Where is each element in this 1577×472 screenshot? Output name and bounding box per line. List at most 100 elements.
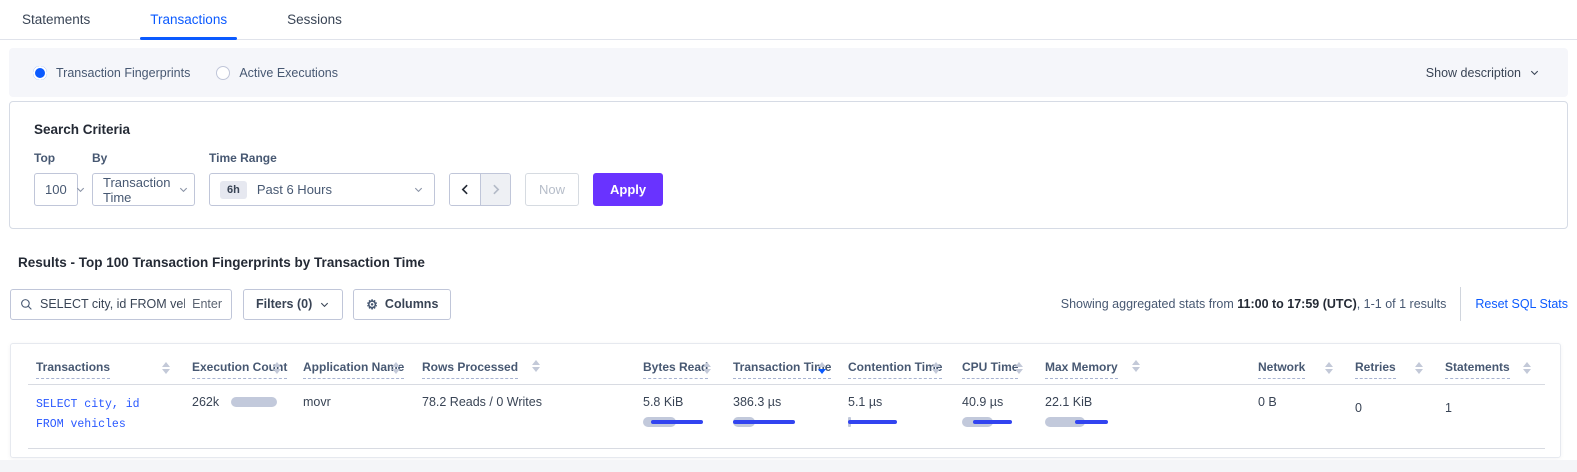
column-header-transaction-time[interactable]: Transaction Time [725, 344, 840, 385]
columns-label: Columns [385, 297, 438, 311]
transactions-page: Statements Transactions Sessions Transac… [0, 0, 1577, 472]
time-range-badge: 6h [220, 181, 247, 199]
sort-asc-icon [273, 362, 281, 367]
filters-button[interactable]: Filters (0) [243, 289, 343, 320]
time-prev-button[interactable] [450, 174, 480, 205]
column-header-execution-count[interactable]: Execution Count [184, 344, 295, 385]
stats-suffix: , 1-1 of 1 results [1357, 297, 1447, 311]
tab-transactions[interactable]: Transactions [140, 0, 237, 39]
time-next-button[interactable] [480, 174, 510, 205]
show-description-label: Show description [1426, 66, 1521, 80]
now-button[interactable]: Now [525, 173, 579, 206]
column-header-statements[interactable]: Statements [1437, 344, 1545, 385]
radio-transaction-fingerprints[interactable]: Transaction Fingerprints [33, 66, 190, 80]
sort-desc-icon [1132, 367, 1140, 372]
time-range-label: Time Range [209, 151, 435, 165]
sort-icon[interactable] [1132, 360, 1140, 372]
stats-time-range: 11:00 to 17:59 (UTC) [1237, 297, 1356, 311]
sort-icon[interactable] [273, 362, 281, 374]
sort-desc-icon [1523, 369, 1531, 374]
view-toggle-bar: Transaction Fingerprints Active Executio… [9, 48, 1568, 97]
tab-statements[interactable]: Statements [12, 0, 100, 39]
cell-max-memory: 22.1 KiB [1037, 385, 1250, 449]
by-label: By [92, 151, 195, 165]
sort-desc-icon [703, 369, 711, 374]
sort-icon[interactable] [162, 362, 170, 374]
reset-sql-stats-link[interactable]: Reset SQL Stats [1475, 297, 1568, 311]
time-range-select[interactable]: 6h Past 6 Hours [209, 173, 435, 206]
time-range-arrows [449, 173, 511, 206]
by-select[interactable]: Transaction Time [92, 173, 195, 206]
column-header-network[interactable]: Network [1250, 344, 1347, 385]
enter-button[interactable]: Enter [192, 297, 222, 311]
sort-asc-icon [818, 362, 826, 367]
search-input-value[interactable]: SELECT city, id FROM vehicles W [40, 297, 185, 311]
search-criteria-title: Search Criteria [34, 122, 1543, 137]
sort-icon[interactable] [532, 360, 540, 372]
max-memory-value: 22.1 KiB [1045, 395, 1240, 409]
vertical-divider [1460, 287, 1461, 321]
sort-icon[interactable] [932, 362, 940, 374]
cell-cpu-time: 40.9 µs [954, 385, 1037, 449]
chevron-down-icon [319, 299, 330, 310]
cell-retries: 0 [1347, 385, 1437, 449]
column-header-contention-time[interactable]: Contention Time [840, 344, 954, 385]
radio-label: Active Executions [239, 66, 338, 80]
time-range-field: Time Range 6h Past 6 Hours [209, 151, 435, 206]
cell-transaction-time: 386.3 µs [725, 385, 840, 449]
cell-application-name: movr [295, 385, 414, 449]
column-header-bytes-read[interactable]: Bytes Read [635, 344, 725, 385]
cell-bytes-read: 5.8 KiB [635, 385, 725, 449]
contention-time-value: 5.1 µs [848, 395, 944, 409]
apply-button[interactable]: Apply [593, 173, 663, 206]
table-row: SELECT city, id FROM vehicles 262k movr … [28, 385, 1545, 449]
filters-label: Filters (0) [256, 297, 312, 311]
sort-asc-icon [1015, 362, 1023, 367]
column-header-retries[interactable]: Retries [1347, 344, 1437, 385]
sort-asc-icon [703, 362, 711, 367]
sort-asc-icon [1415, 362, 1423, 367]
sort-desc-icon [1325, 369, 1333, 374]
chevron-down-icon [413, 184, 424, 195]
bytes-read-value: 5.8 KiB [643, 395, 715, 409]
contention-time-bar [848, 417, 920, 427]
column-header-cpu-time[interactable]: CPU Time [954, 344, 1037, 385]
chevron-right-icon [489, 183, 502, 196]
sort-icon[interactable] [703, 362, 711, 374]
sort-desc-icon [273, 369, 281, 374]
sort-icon[interactable] [1015, 362, 1023, 374]
tab-sessions[interactable]: Sessions [277, 0, 352, 39]
search-criteria-controls: Top 100 By Transaction Time Time Range 6… [34, 151, 1543, 206]
search-input[interactable]: SELECT city, id FROM vehicles W Enter [10, 289, 232, 320]
bar-line [733, 420, 795, 424]
cpu-time-bar [962, 417, 1034, 427]
sort-asc-icon [1523, 362, 1531, 367]
sort-icon[interactable] [1523, 362, 1531, 374]
column-header-max-memory[interactable]: Max Memory [1037, 344, 1250, 385]
chevron-left-icon [459, 183, 472, 196]
sort-icon[interactable] [392, 362, 400, 374]
cell-transactions: SELECT city, id FROM vehicles [28, 385, 184, 449]
execution-count-value: 262k [192, 395, 219, 409]
sort-icon[interactable] [1325, 362, 1333, 374]
cell-network: 0 B [1250, 385, 1347, 449]
by-field: By Transaction Time [92, 151, 195, 206]
column-header-transactions[interactable]: Transactions [28, 344, 184, 385]
top-select[interactable]: 100 [34, 173, 78, 206]
sort-icon[interactable] [1415, 362, 1423, 374]
bar-line [1075, 420, 1108, 424]
radio-unselected-icon [216, 66, 230, 80]
show-description-toggle[interactable]: Show description [1426, 66, 1544, 80]
results-controls-row: SELECT city, id FROM vehicles W Enter Fi… [10, 287, 1568, 321]
columns-button[interactable]: ⚙ Columns [353, 289, 451, 320]
bytes-read-bar [643, 417, 715, 427]
transaction-fingerprint-link[interactable]: SELECT city, id FROM vehicles [36, 395, 174, 434]
top-field: Top 100 [34, 151, 78, 206]
column-header-rows-processed[interactable]: Rows Processed [414, 344, 635, 385]
sort-icon[interactable] [818, 362, 826, 374]
column-header-application-name[interactable]: Application Name [295, 344, 414, 385]
sort-asc-icon [1132, 360, 1140, 365]
by-select-value: Transaction Time [103, 175, 170, 205]
radio-active-executions[interactable]: Active Executions [216, 66, 338, 80]
sort-asc-icon [392, 362, 400, 367]
